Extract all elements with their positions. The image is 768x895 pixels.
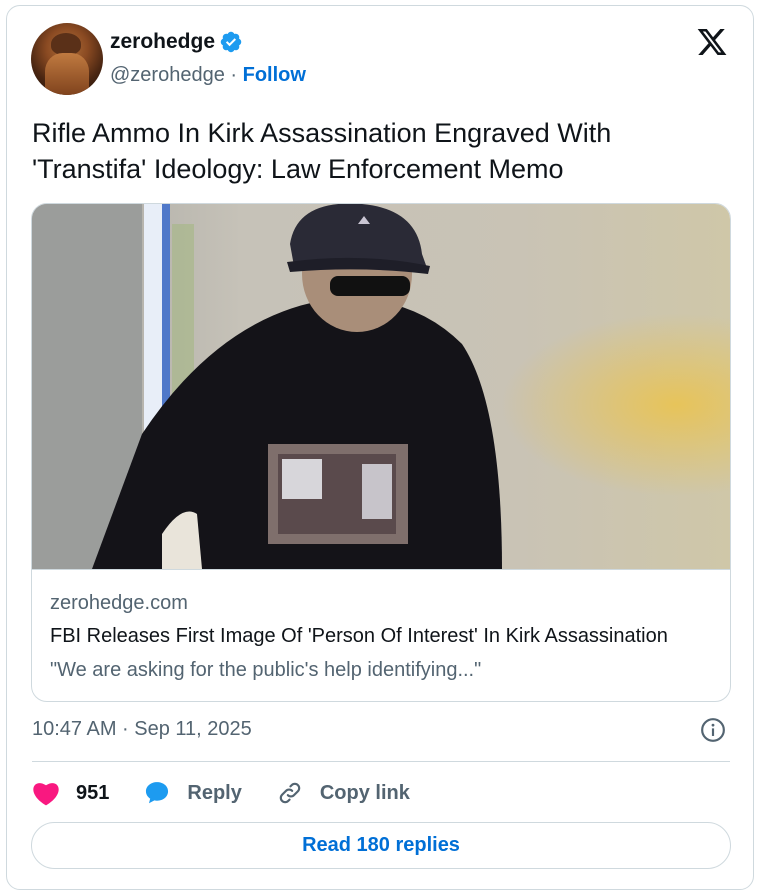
article-photo[interactable] xyxy=(32,204,730,569)
copy-link-button[interactable]: Copy link xyxy=(276,780,410,806)
author-handle[interactable]: @zerohedge xyxy=(110,64,225,86)
tweet-text: Rifle Ammo In Kirk Assassination Engrave… xyxy=(32,118,612,184)
divider xyxy=(32,761,730,762)
link-description: "We are asking for the public's help ide… xyxy=(50,659,482,681)
info-icon[interactable] xyxy=(700,717,726,743)
author-name[interactable]: zerohedge xyxy=(110,30,215,54)
avatar[interactable] xyxy=(31,23,103,95)
reply-label: Reply xyxy=(187,781,242,804)
action-bar: 951 Reply Copy link xyxy=(32,778,444,808)
link-preview-card[interactable]: zerohedge.com FBI Releases First Image O… xyxy=(31,203,731,702)
link-icon xyxy=(279,782,301,804)
reply-bubble-icon xyxy=(146,782,169,804)
heart-icon xyxy=(33,783,59,806)
separator: · xyxy=(230,64,238,86)
link-title[interactable]: FBI Releases First Image Of 'Person Of I… xyxy=(50,625,714,648)
like-count: 951 xyxy=(76,781,110,804)
copy-link-label: Copy link xyxy=(319,781,410,804)
reply-button[interactable]: Reply xyxy=(143,780,242,806)
like-button[interactable]: 951 xyxy=(32,780,109,806)
author-handle-row: @zerohedge · Follow xyxy=(110,64,306,87)
link-domain: zerohedge.com xyxy=(50,592,188,614)
follow-button[interactable]: Follow xyxy=(243,64,306,86)
verified-badge-icon xyxy=(220,31,242,53)
x-logo-icon[interactable] xyxy=(696,26,728,58)
tweet-timestamp[interactable]: 10:47 AM · Sep 11, 2025 xyxy=(32,718,252,741)
read-replies-button[interactable]: Read 180 replies xyxy=(31,822,731,869)
link-meta: zerohedge.com FBI Releases First Image O… xyxy=(32,569,730,701)
author-name-row: zerohedge xyxy=(110,30,243,54)
